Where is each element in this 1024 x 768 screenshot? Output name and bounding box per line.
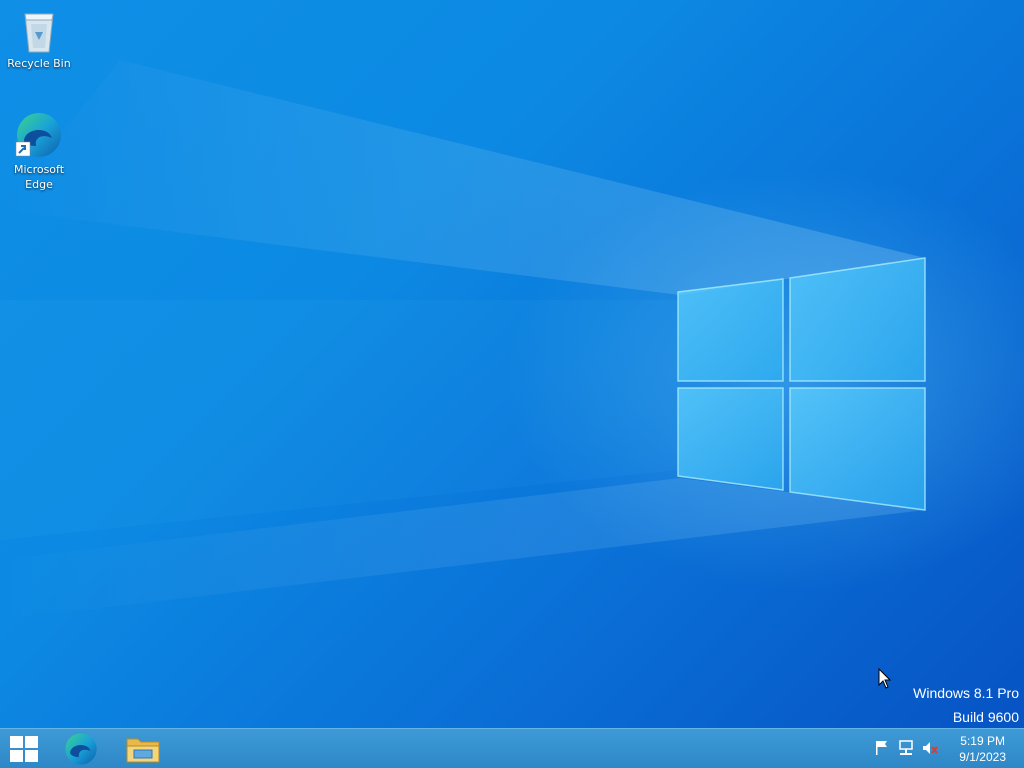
mouse-cursor-icon: [878, 668, 892, 689]
action-center-flag-icon[interactable]: [873, 739, 891, 757]
network-icon[interactable]: [897, 739, 915, 757]
taskbar-file-explorer-button[interactable]: [120, 729, 166, 768]
taskbar-edge-button[interactable]: [58, 729, 104, 768]
watermark-build: Build 9600: [952, 709, 1019, 725]
clock-time: 5:19 PM: [960, 734, 1005, 748]
taskbar: 5:19 PM 9/1/2023: [0, 728, 1024, 768]
start-button[interactable]: [0, 729, 48, 768]
volume-muted-icon[interactable]: [921, 739, 939, 757]
windows-version-watermark: Windows 8.1 Pro Build 9600: [913, 681, 1019, 728]
file-explorer-icon: [126, 738, 160, 762]
edge-icon: [15, 113, 61, 157]
clock-date: 9/1/2023: [959, 750, 1006, 764]
windows-logo-icon: [10, 735, 38, 762]
desktop-icon-label: Microsoft: [13, 163, 65, 176]
taskbar-clock[interactable]: 5:19 PM 9/1/2023: [959, 733, 1006, 765]
desktop-icon-label: Recycle Bin: [7, 57, 71, 70]
edge-icon: [65, 732, 97, 765]
recycle-bin-icon: [24, 13, 54, 53]
desktop-icon-microsoft-edge[interactable]: Microsoft Edge: [1, 110, 77, 192]
watermark-edition: Windows 8.1 Pro: [913, 685, 1019, 701]
desktop-icon-recycle-bin[interactable]: Recycle Bin: [1, 6, 77, 71]
wallpaper-windows-logo: [677, 257, 926, 511]
desktop-icon-label: Edge: [25, 178, 53, 191]
desktop[interactable]: Recycle Bin Microsoft Edge Windows 8.1 P…: [0, 0, 1024, 728]
